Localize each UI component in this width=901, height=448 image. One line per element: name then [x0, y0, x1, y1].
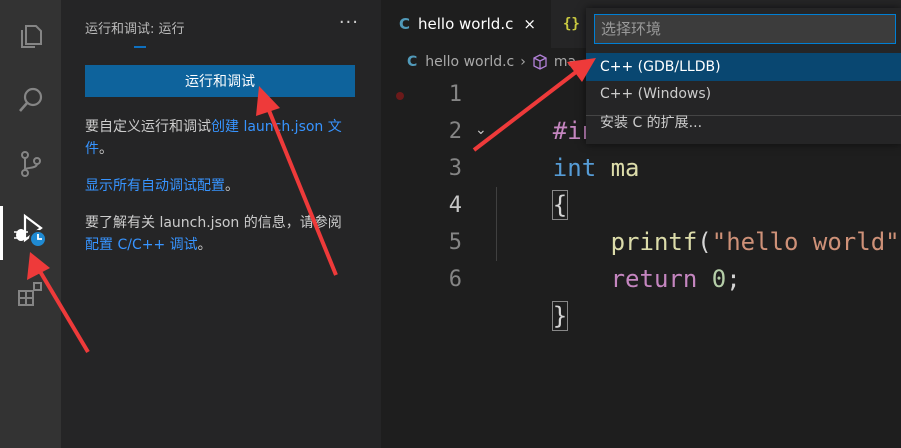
title-underline	[134, 46, 146, 48]
source-control-button[interactable]	[0, 136, 61, 192]
create-launch-suffix: 。	[99, 141, 113, 157]
search-button[interactable]	[0, 72, 61, 128]
source-control-icon	[20, 151, 41, 177]
line-number: 1	[448, 82, 462, 107]
code-line-4: printf("hello world");	[495, 187, 901, 256]
breadcrumb-file[interactable]: hello world.c	[425, 54, 514, 70]
search-icon	[18, 87, 42, 112]
extensions-button[interactable]	[0, 266, 61, 322]
run-debug-icon	[13, 213, 47, 248]
explorer-button[interactable]	[0, 8, 61, 64]
option-cpp-gdb-lldb[interactable]: C++ (GDB/LLDB)	[586, 53, 901, 81]
fold-chevron-icon[interactable]: ⌄	[475, 122, 487, 138]
run-and-debug-button[interactable]: 运行和调试	[85, 65, 355, 97]
code-line-5: return 0;	[495, 224, 741, 293]
environment-filter-input[interactable]: 选择环境	[594, 14, 896, 44]
activity-bar	[0, 0, 61, 448]
code-line-6: }	[495, 261, 569, 331]
learn-more-suffix: 。	[197, 237, 212, 253]
line-number: 6	[448, 267, 462, 292]
sidebar-title: 运行和调试: 运行	[85, 22, 185, 37]
token-punctuation: ;	[726, 265, 741, 293]
show-all-configs-link[interactable]: 显示所有自动调试配置	[85, 178, 225, 194]
line-number: 2	[448, 119, 462, 144]
token-keyword: return	[610, 265, 698, 293]
run-debug-sidebar: 运行和调试: 运行 ··· 运行和调试 要自定义运行和调试创建 launch.j…	[61, 0, 381, 448]
close-icon[interactable]: ×	[523, 15, 536, 33]
extensions-icon	[17, 282, 42, 306]
line-number: 5	[448, 230, 462, 255]
tab-hello-world-c[interactable]: C hello world.c ×	[381, 0, 551, 48]
option-cpp-windows[interactable]: C++ (Windows)	[586, 80, 901, 108]
show-all-text: 显示所有自动调试配置。	[85, 175, 360, 197]
option-install-c-extension[interactable]: 安装 C 的扩展...	[586, 109, 901, 137]
code-line-3: {	[495, 150, 569, 220]
learn-more-text: 要了解有关 launch.json 的信息，请参阅 配置 C/C++ 调试。	[85, 212, 360, 256]
c-file-icon: C	[399, 15, 411, 33]
line-number: 4	[448, 193, 462, 218]
token-function-name: ma	[596, 154, 640, 182]
learn-more-prefix: 要了解有关 launch.json 的信息，请参阅	[85, 215, 342, 231]
run-debug-button[interactable]	[0, 202, 61, 260]
create-launch-text: 要自定义运行和调试创建 launch.json 文件。	[85, 116, 360, 160]
breadcrumb-separator: ›	[520, 54, 526, 70]
token-brace: }	[551, 301, 569, 331]
files-icon	[20, 25, 42, 48]
show-all-suffix: 。	[225, 178, 239, 194]
tab-json[interactable]: {}	[551, 0, 591, 48]
more-actions-icon[interactable]: ···	[339, 12, 359, 33]
tab-label: hello world.c	[418, 15, 514, 33]
breadcrumb-symbol[interactable]: ma	[554, 54, 576, 70]
token-number: 0	[711, 265, 727, 293]
configure-cpp-debug-link[interactable]: 配置 C/C++ 调试	[85, 237, 198, 253]
line-number: 3	[448, 156, 462, 181]
symbol-cube-icon	[533, 54, 547, 70]
json-file-icon: {}	[563, 16, 580, 32]
create-launch-prefix: 要自定义运行和调试	[85, 119, 211, 135]
select-environment-quickpick: 选择环境 C++ (GDB/LLDB) C++ (Windows) 安装 C 的…	[586, 8, 901, 144]
c-file-icon: C	[407, 54, 418, 70]
